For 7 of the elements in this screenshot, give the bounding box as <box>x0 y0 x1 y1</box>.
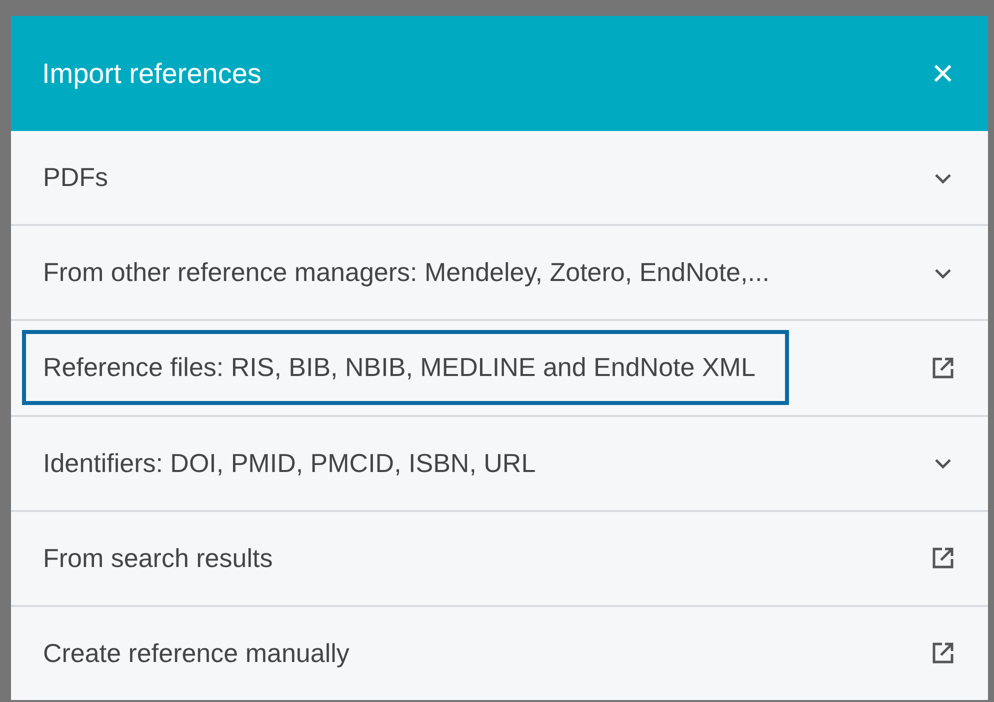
option-item[interactable]: Identifiers: DOI, PMID, PMCID, ISBN, URL <box>22 426 570 501</box>
dialog-title: Import references <box>42 56 262 91</box>
option-item[interactable]: Create reference manually <box>22 616 384 691</box>
option-item[interactable]: PDFs <box>22 140 142 216</box>
option-item[interactable]: From other reference managers: Mendeley, Zotero, EndNote,... <box>22 235 804 310</box>
option-item[interactable]: From search results <box>22 520 307 596</box>
option-item[interactable]: Reference files: RIS, BIB, NBIB, MEDLINE and EndNote XML <box>22 330 790 406</box>
